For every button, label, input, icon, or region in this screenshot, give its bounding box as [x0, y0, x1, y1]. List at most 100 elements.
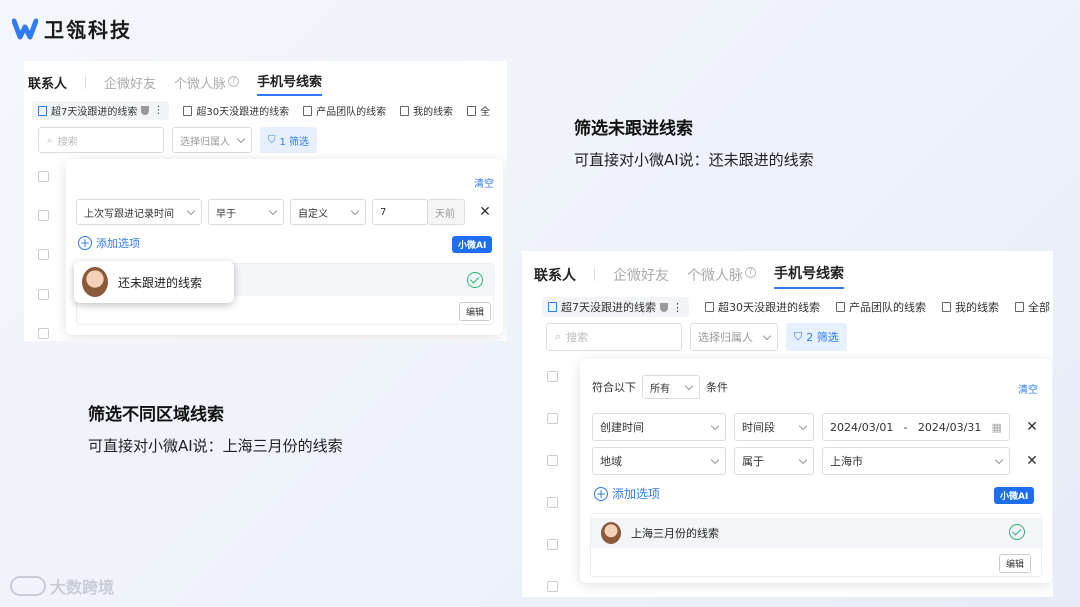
add-option-button[interactable]: + 添加选项: [78, 235, 140, 251]
list-toolbar: ⌕ 搜索 选择归属人 ⛉ 1 筛选: [38, 127, 318, 153]
mode-select[interactable]: 自定义: [290, 199, 366, 225]
search-input[interactable]: ⌕ 搜索: [38, 127, 164, 153]
tab-phone-leads[interactable]: 手机号线索: [774, 263, 844, 289]
condition-row-2: 地域 属于 上海市 ✕: [592, 447, 1040, 475]
field-label: 地域: [600, 455, 622, 468]
value-select[interactable]: 上海市: [822, 447, 1010, 475]
owner-select[interactable]: 选择归属人: [172, 127, 252, 153]
tab-phone-leads[interactable]: 手机号线索: [257, 71, 323, 96]
close-icon[interactable]: ✕: [1024, 453, 1040, 469]
value-input[interactable]: 7: [372, 199, 428, 225]
list-icon: [183, 105, 193, 116]
owner-select[interactable]: 选择归属人: [690, 323, 778, 351]
row-checkbox[interactable]: [547, 497, 558, 508]
list-toolbar: ⌕ 搜索 选择归属人 ⛉ 2 筛选: [546, 323, 847, 351]
match-value: 所有: [650, 383, 670, 395]
end-date: 2024/03/31: [917, 420, 982, 434]
tab-label: 个微人脉: [174, 77, 227, 92]
view-label: 我的线索: [413, 107, 454, 118]
calendar-icon: ▦: [991, 420, 1002, 434]
edit-button[interactable]: 编辑: [999, 554, 1032, 573]
filter-label: 1 筛选: [279, 136, 310, 148]
view-all[interactable]: 全部: [1015, 297, 1050, 317]
filter-button[interactable]: ⛉ 2 筛选: [786, 323, 847, 351]
more-icon[interactable]: ⋮: [672, 301, 683, 314]
view-label: 全: [480, 107, 491, 118]
tab-personal-wechat[interactable]: 个微人脉?: [174, 73, 240, 96]
row-checkbox[interactable]: [38, 171, 49, 182]
view-7days[interactable]: 超7天没跟进的线索 ⋮: [542, 297, 689, 317]
tab-contacts[interactable]: 联系人: [28, 73, 67, 96]
field-select[interactable]: 上次写跟进记录时间: [76, 199, 202, 225]
filter-icon: ⛉: [794, 330, 803, 343]
list-icon: [942, 302, 951, 312]
view-my-leads[interactable]: 我的线索: [942, 297, 999, 317]
match-select[interactable]: 所有: [642, 375, 700, 399]
chevron-down-icon: [350, 206, 360, 215]
search-placeholder: 搜索: [57, 136, 78, 148]
field-select[interactable]: 创建时间: [592, 413, 726, 441]
view-all[interactable]: 全: [467, 101, 490, 120]
row-checkbox[interactable]: [547, 455, 558, 466]
operator-select[interactable]: 时间段: [734, 413, 814, 441]
filter-label: 2 筛选: [806, 331, 839, 344]
row-checkbox[interactable]: [547, 371, 558, 382]
chevron-down-icon: [762, 331, 772, 340]
tab-wecom-friends[interactable]: 企微好友: [104, 73, 156, 96]
clear-link[interactable]: 清空: [1018, 381, 1038, 396]
row-checkbox[interactable]: [38, 210, 49, 221]
clear-link[interactable]: 清空: [474, 175, 494, 190]
tab-personal-wechat[interactable]: 个微人脉?: [687, 265, 756, 289]
filter-button[interactable]: ⛉ 1 筛选: [260, 127, 318, 153]
tab-wecom-friends[interactable]: 企微好友: [613, 265, 669, 289]
check-circle-icon: [467, 272, 483, 288]
view-my-leads[interactable]: 我的线索: [400, 101, 453, 120]
view-product-team[interactable]: 产品团队的线索: [836, 297, 926, 317]
view-7days[interactable]: 超7天没跟进的线索 ⋮: [32, 101, 170, 120]
field-select[interactable]: 地域: [592, 447, 726, 475]
caption-region: 筛选不同区域线索 可直接对小微AI说：上海三月份的线索: [88, 400, 343, 456]
caption-title: 筛选不同区域线索: [88, 405, 224, 425]
chevron-down-icon: [186, 206, 196, 215]
operator-select[interactable]: 属于: [734, 447, 814, 475]
close-icon[interactable]: ✕: [477, 204, 493, 220]
contact-tabs: 联系人 企微好友 个微人脉? 手机号线索: [530, 263, 844, 289]
row-checkbox[interactable]: [547, 413, 558, 424]
close-icon[interactable]: ✕: [1024, 419, 1040, 435]
value-text: 7: [380, 206, 387, 218]
avatar: [601, 522, 621, 544]
tab-contacts[interactable]: 联系人: [534, 265, 576, 289]
row-checkbox[interactable]: [38, 328, 49, 339]
chevron-down-icon: [710, 421, 720, 430]
search-icon: ⌕: [555, 330, 562, 343]
row-checkbox[interactable]: [547, 539, 558, 550]
more-icon[interactable]: ⋮: [153, 105, 163, 116]
shield-icon: [141, 106, 150, 115]
view-30days[interactable]: 超30天没跟进的线索: [705, 297, 820, 317]
saved-views: 超7天没跟进的线索 ⋮ 超30天没跟进的线索 产品团队的线索 我的线索 全部: [542, 297, 1050, 317]
match-row: 符合以下 所有 条件: [592, 375, 728, 399]
view-label: 产品团队的线索: [316, 107, 387, 118]
operator-select[interactable]: 早于: [208, 199, 284, 225]
view-label: 超7天没跟进的线索: [561, 301, 656, 314]
check-circle-icon: [1009, 524, 1025, 540]
row-checkbox[interactable]: [38, 249, 49, 260]
view-label: 我的线索: [955, 301, 999, 314]
view-product-team[interactable]: 产品团队的线索: [303, 101, 386, 120]
list-icon: [705, 302, 714, 312]
edit-button[interactable]: 编辑: [459, 302, 492, 321]
add-option-button[interactable]: + 添加选项: [594, 485, 660, 502]
filter-popup: 符合以下 所有 条件 清空 创建时间 时间段 2024/03/01 - 2024…: [580, 359, 1052, 583]
view-label: 产品团队的线索: [849, 301, 926, 314]
ai-query-text: 上海三月份的线索: [631, 527, 719, 540]
view-label: 超30天没跟进的线索: [196, 107, 290, 118]
row-checkbox[interactable]: [547, 581, 558, 592]
ai-badge: 小微AI: [452, 236, 493, 253]
date-range-input[interactable]: 2024/03/01 - 2024/03/31 ▦: [822, 413, 1010, 441]
view-30days[interactable]: 超30天没跟进的线索: [183, 101, 289, 120]
row-checkbox[interactable]: [38, 289, 49, 300]
search-input[interactable]: ⌕ 搜索: [546, 323, 682, 351]
plus-icon: +: [78, 236, 92, 250]
view-label: 超7天没跟进的线索: [51, 107, 138, 118]
filter-popup: 清空 上次写跟进记录时间 早于 自定义 7 天前 ✕ + 添加选项 小微AI 编辑: [66, 159, 503, 335]
